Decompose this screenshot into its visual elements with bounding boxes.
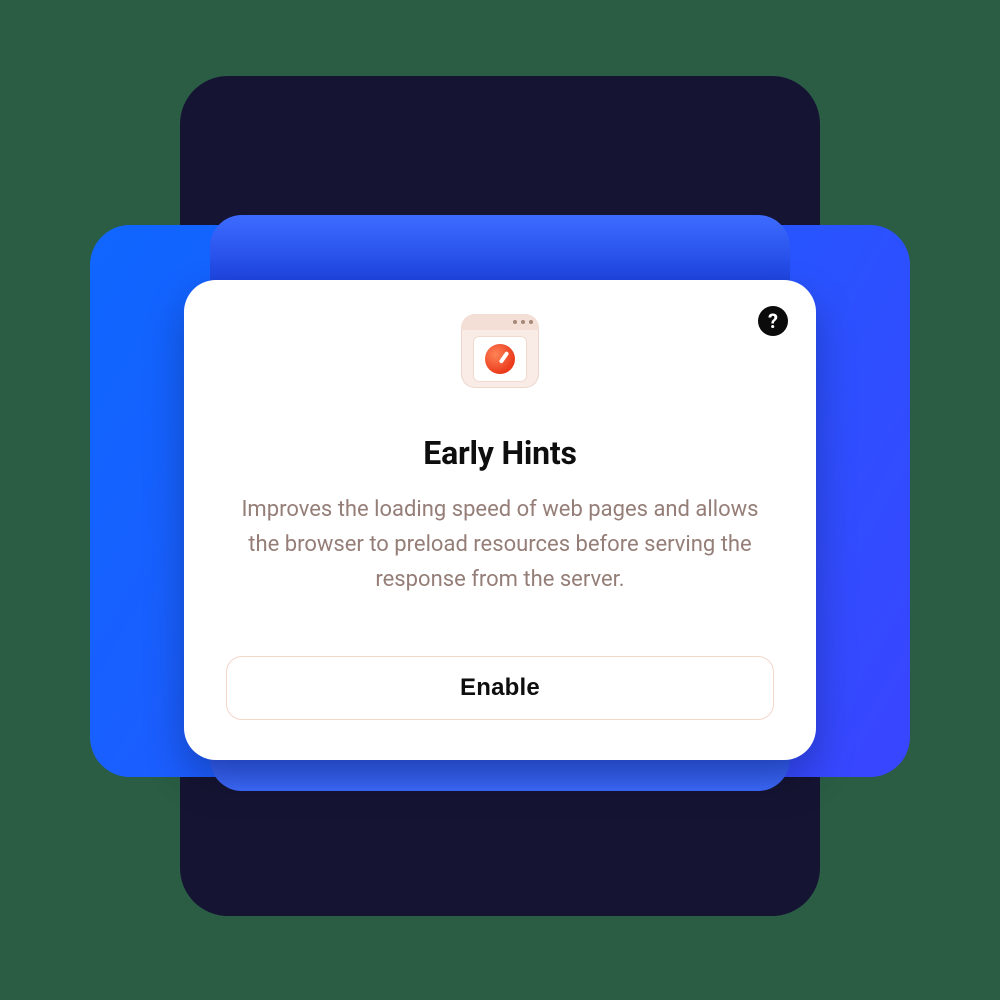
browser-speed-icon (461, 314, 539, 388)
help-button[interactable]: ? (758, 306, 788, 336)
feature-card: ? Early Hints Improves the loading speed… (184, 280, 816, 760)
help-icon: ? (768, 309, 778, 333)
promo-stage: ? Early Hints Improves the loading speed… (0, 0, 1000, 1000)
card-title: Early Hints (423, 434, 576, 472)
enable-button[interactable]: Enable (226, 656, 774, 720)
card-description: Improves the loading speed of web pages … (226, 492, 774, 598)
enable-button-label: Enable (460, 674, 540, 702)
